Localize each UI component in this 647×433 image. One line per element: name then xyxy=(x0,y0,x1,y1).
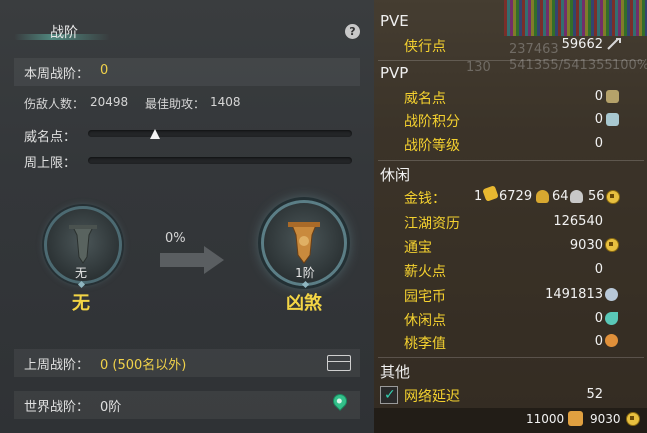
leisure-item-value: 1491813 xyxy=(545,287,603,302)
section-leisure: 休闲 xyxy=(380,166,411,184)
reward-chest-icon[interactable] xyxy=(327,355,351,371)
coin-icon xyxy=(606,190,620,204)
currency-panel: 237463 541355/541355 100% 130 PVE 侠行点 59… xyxy=(374,0,647,433)
help-icon[interactable]: ? xyxy=(345,24,360,39)
leisure-item-label: 江湖资历 xyxy=(404,216,460,232)
weekly-rank-value: 0 xyxy=(100,63,109,78)
divider xyxy=(378,60,644,61)
leisure-item-value: 0 xyxy=(594,334,603,349)
last-week-label: 上周战阶： xyxy=(24,358,90,373)
sword-icon xyxy=(607,38,621,50)
kills-value: 20498 xyxy=(90,95,129,109)
current-rank-sub: 无 xyxy=(74,266,87,280)
money-silver: 6729 xyxy=(499,189,533,204)
pvp-item-value: 0 xyxy=(594,136,603,151)
weekly-cap-bar xyxy=(88,157,352,164)
section-pve: PVE xyxy=(380,12,409,30)
assist-value: 1408 xyxy=(210,95,241,109)
weekly-cap-label: 周上限： xyxy=(24,156,77,171)
leaf-icon xyxy=(605,312,618,325)
crystal-icon xyxy=(606,113,619,126)
section-pvp: PVP xyxy=(380,64,409,82)
divider xyxy=(378,357,644,358)
pvp-item-value: 0 xyxy=(594,89,603,104)
house-coin-icon xyxy=(605,288,618,301)
kills-label: 伤敌人数： xyxy=(24,97,85,111)
money-label: 金钱： xyxy=(404,191,446,207)
prestige-label: 威名点： xyxy=(24,130,77,145)
last-week-value: 0 (500名以外) xyxy=(100,358,187,373)
next-rank-name: 凶煞 xyxy=(286,293,322,314)
pve-item-value: 59662 xyxy=(561,37,603,52)
footer-left-value: 11000 xyxy=(526,412,565,426)
leisure-item-label: 休闲点 xyxy=(404,313,446,329)
pvp-item-label: 威名点 xyxy=(404,91,446,107)
rank-panel-header: 战阶 ? xyxy=(0,0,374,52)
copper-ingot-icon xyxy=(570,190,583,203)
panel-title: 战阶 xyxy=(50,25,78,41)
leisure-item-label: 薪火点 xyxy=(404,264,446,280)
leisure-item-value: 126540 xyxy=(553,214,603,229)
tongbao-coin-icon xyxy=(626,412,640,426)
rank-panel: 战阶 ? 本周战阶： 0 伤敌人数： 20498 最佳助攻： 1408 威名点：… xyxy=(0,0,374,433)
world-rank-value: 0阶 xyxy=(100,400,122,415)
prestige-marker xyxy=(150,129,160,139)
prestige-icon xyxy=(606,90,619,103)
bg-hp-value: 237463 xyxy=(509,42,559,57)
current-rank-name: 无 xyxy=(72,293,90,314)
footer-right-value: 9030 xyxy=(590,412,621,426)
pvp-item-label: 战阶积分 xyxy=(404,114,460,130)
leisure-item-label: 园宅币 xyxy=(404,289,446,305)
next-rank-sub: 1阶 xyxy=(295,266,315,280)
tongbao-coin-icon xyxy=(605,238,619,252)
world-rank-label: 世界战阶： xyxy=(24,400,90,415)
divider xyxy=(378,160,644,161)
prestige-bar xyxy=(88,130,352,137)
leisure-item-value: 0 xyxy=(594,311,603,326)
ticket-icon xyxy=(568,411,583,426)
pve-item-label: 侠行点 xyxy=(404,39,446,55)
network-latency-checkbox[interactable]: ✓ xyxy=(380,386,398,404)
peach-icon xyxy=(605,334,618,347)
arrow-right-icon xyxy=(204,246,224,274)
leisure-item-label: 通宝 xyxy=(404,240,432,256)
section-other: 其他 xyxy=(380,363,411,381)
weekly-rank-label: 本周战阶： xyxy=(24,67,90,82)
check-icon: ✓ xyxy=(384,387,396,403)
leisure-item-label: 桃李值 xyxy=(404,336,446,352)
bg-level: 130 xyxy=(466,60,491,75)
pvp-item-label: 战阶等级 xyxy=(404,138,460,154)
rank-progress-text: 0% xyxy=(165,231,186,246)
assist-label: 最佳助攻： xyxy=(145,97,206,111)
network-latency-label: 网络延迟 xyxy=(404,389,460,405)
progress-arrow xyxy=(160,253,210,267)
money-tin: 56 xyxy=(588,189,605,204)
leisure-item-value: 0 xyxy=(594,262,603,277)
network-latency-value: 52 xyxy=(586,387,603,402)
money-gold: 1 xyxy=(474,189,483,204)
money-copper: 64 xyxy=(552,189,569,204)
silver-ingot-icon xyxy=(536,190,549,203)
pvp-item-value: 0 xyxy=(594,112,603,127)
leisure-item-value: 9030 xyxy=(569,238,603,253)
